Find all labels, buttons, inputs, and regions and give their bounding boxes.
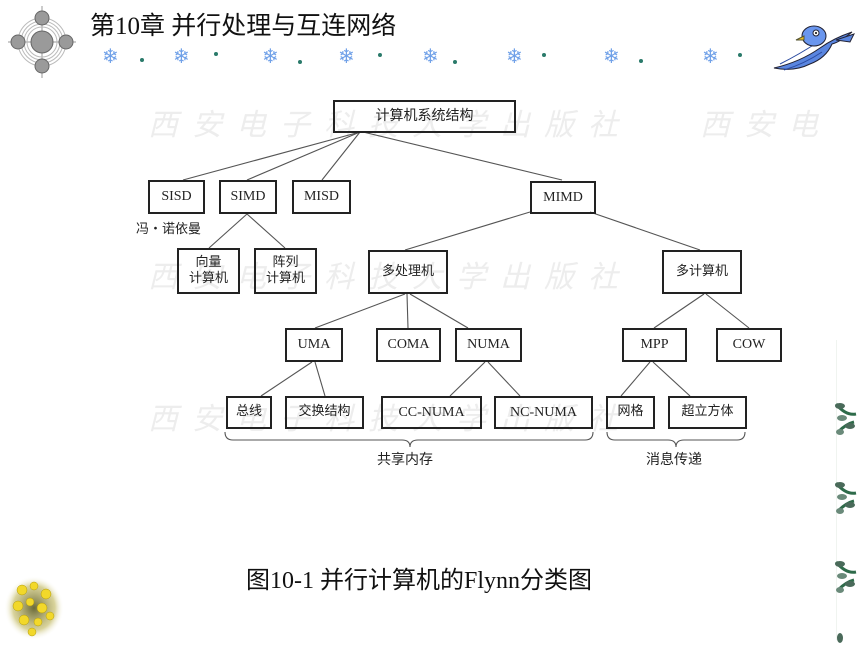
edge-mp-numa [409,293,469,329]
sisd-note-von-neumann: 冯・诺依曼 [136,222,202,237]
node-nc-numa: NC-NUMA [494,396,593,429]
node-multicomputer: 多计算机 [662,250,742,294]
edge-mp-coma [406,293,409,329]
node-computer-architecture: 计算机系统结构 [333,100,516,133]
edge-mpp-hypercube [652,361,691,397]
node-mesh: 网格 [606,396,655,429]
edge-mpp-mesh [620,361,651,397]
edge-root-misd [321,131,361,181]
node-uma: UMA [285,328,343,362]
brace-label-message-passing: 消息传递 [646,452,702,468]
node-hypercube: 超立方体 [668,396,747,429]
vine-leaf-icon [834,561,857,593]
edge-mc-cow [705,293,750,329]
edge-root-simd [246,131,361,181]
edge-mimd-multicomputer [589,211,701,251]
node-mimd: MIMD [530,181,596,214]
brace-message-passing [606,431,746,448]
figure-caption: 图10-1 并行计算机的Flynn分类图 [246,568,593,594]
node-cow: COW [716,328,782,362]
edge-root-sisd [182,131,361,181]
edge-mimd-multiprocessor [404,211,531,251]
node-vector-computer: 向量 计算机 [177,248,240,294]
node-mpp: MPP [622,328,687,362]
node-numa: NUMA [455,328,522,362]
vine-leaf-icon [837,633,843,643]
edge-numa-ncnuma [487,361,521,397]
node-sisd: SISD [148,180,205,214]
node-simd: SIMD [219,180,277,214]
edge-mp-uma [314,293,406,329]
edge-simd-vector [208,213,248,249]
edge-simd-array [246,213,286,249]
vine-leaf-icon [834,482,857,514]
diagram-connectors [182,131,750,448]
brace-label-shared-memory: 共享内存 [377,452,433,468]
edge-root-mimd [362,131,563,181]
node-multiprocessor: 多处理机 [368,250,448,294]
brace-shared-memory [224,431,594,448]
node-cc-numa: CC-NUMA [381,396,482,429]
edge-uma-switch [314,361,326,397]
node-coma: COMA [376,328,441,362]
node-misd: MISD [292,180,351,214]
node-array-computer: 阵列 计算机 [254,248,317,294]
node-bus: 总线 [226,396,272,429]
edge-uma-bus [260,361,313,397]
edge-mc-mpp [653,293,705,329]
vine-leaf-icon [834,403,857,435]
yellow-flowers-icon [4,576,64,640]
edge-numa-ccnuma [449,361,486,397]
node-switch-fabric: 交换结构 [285,396,364,429]
